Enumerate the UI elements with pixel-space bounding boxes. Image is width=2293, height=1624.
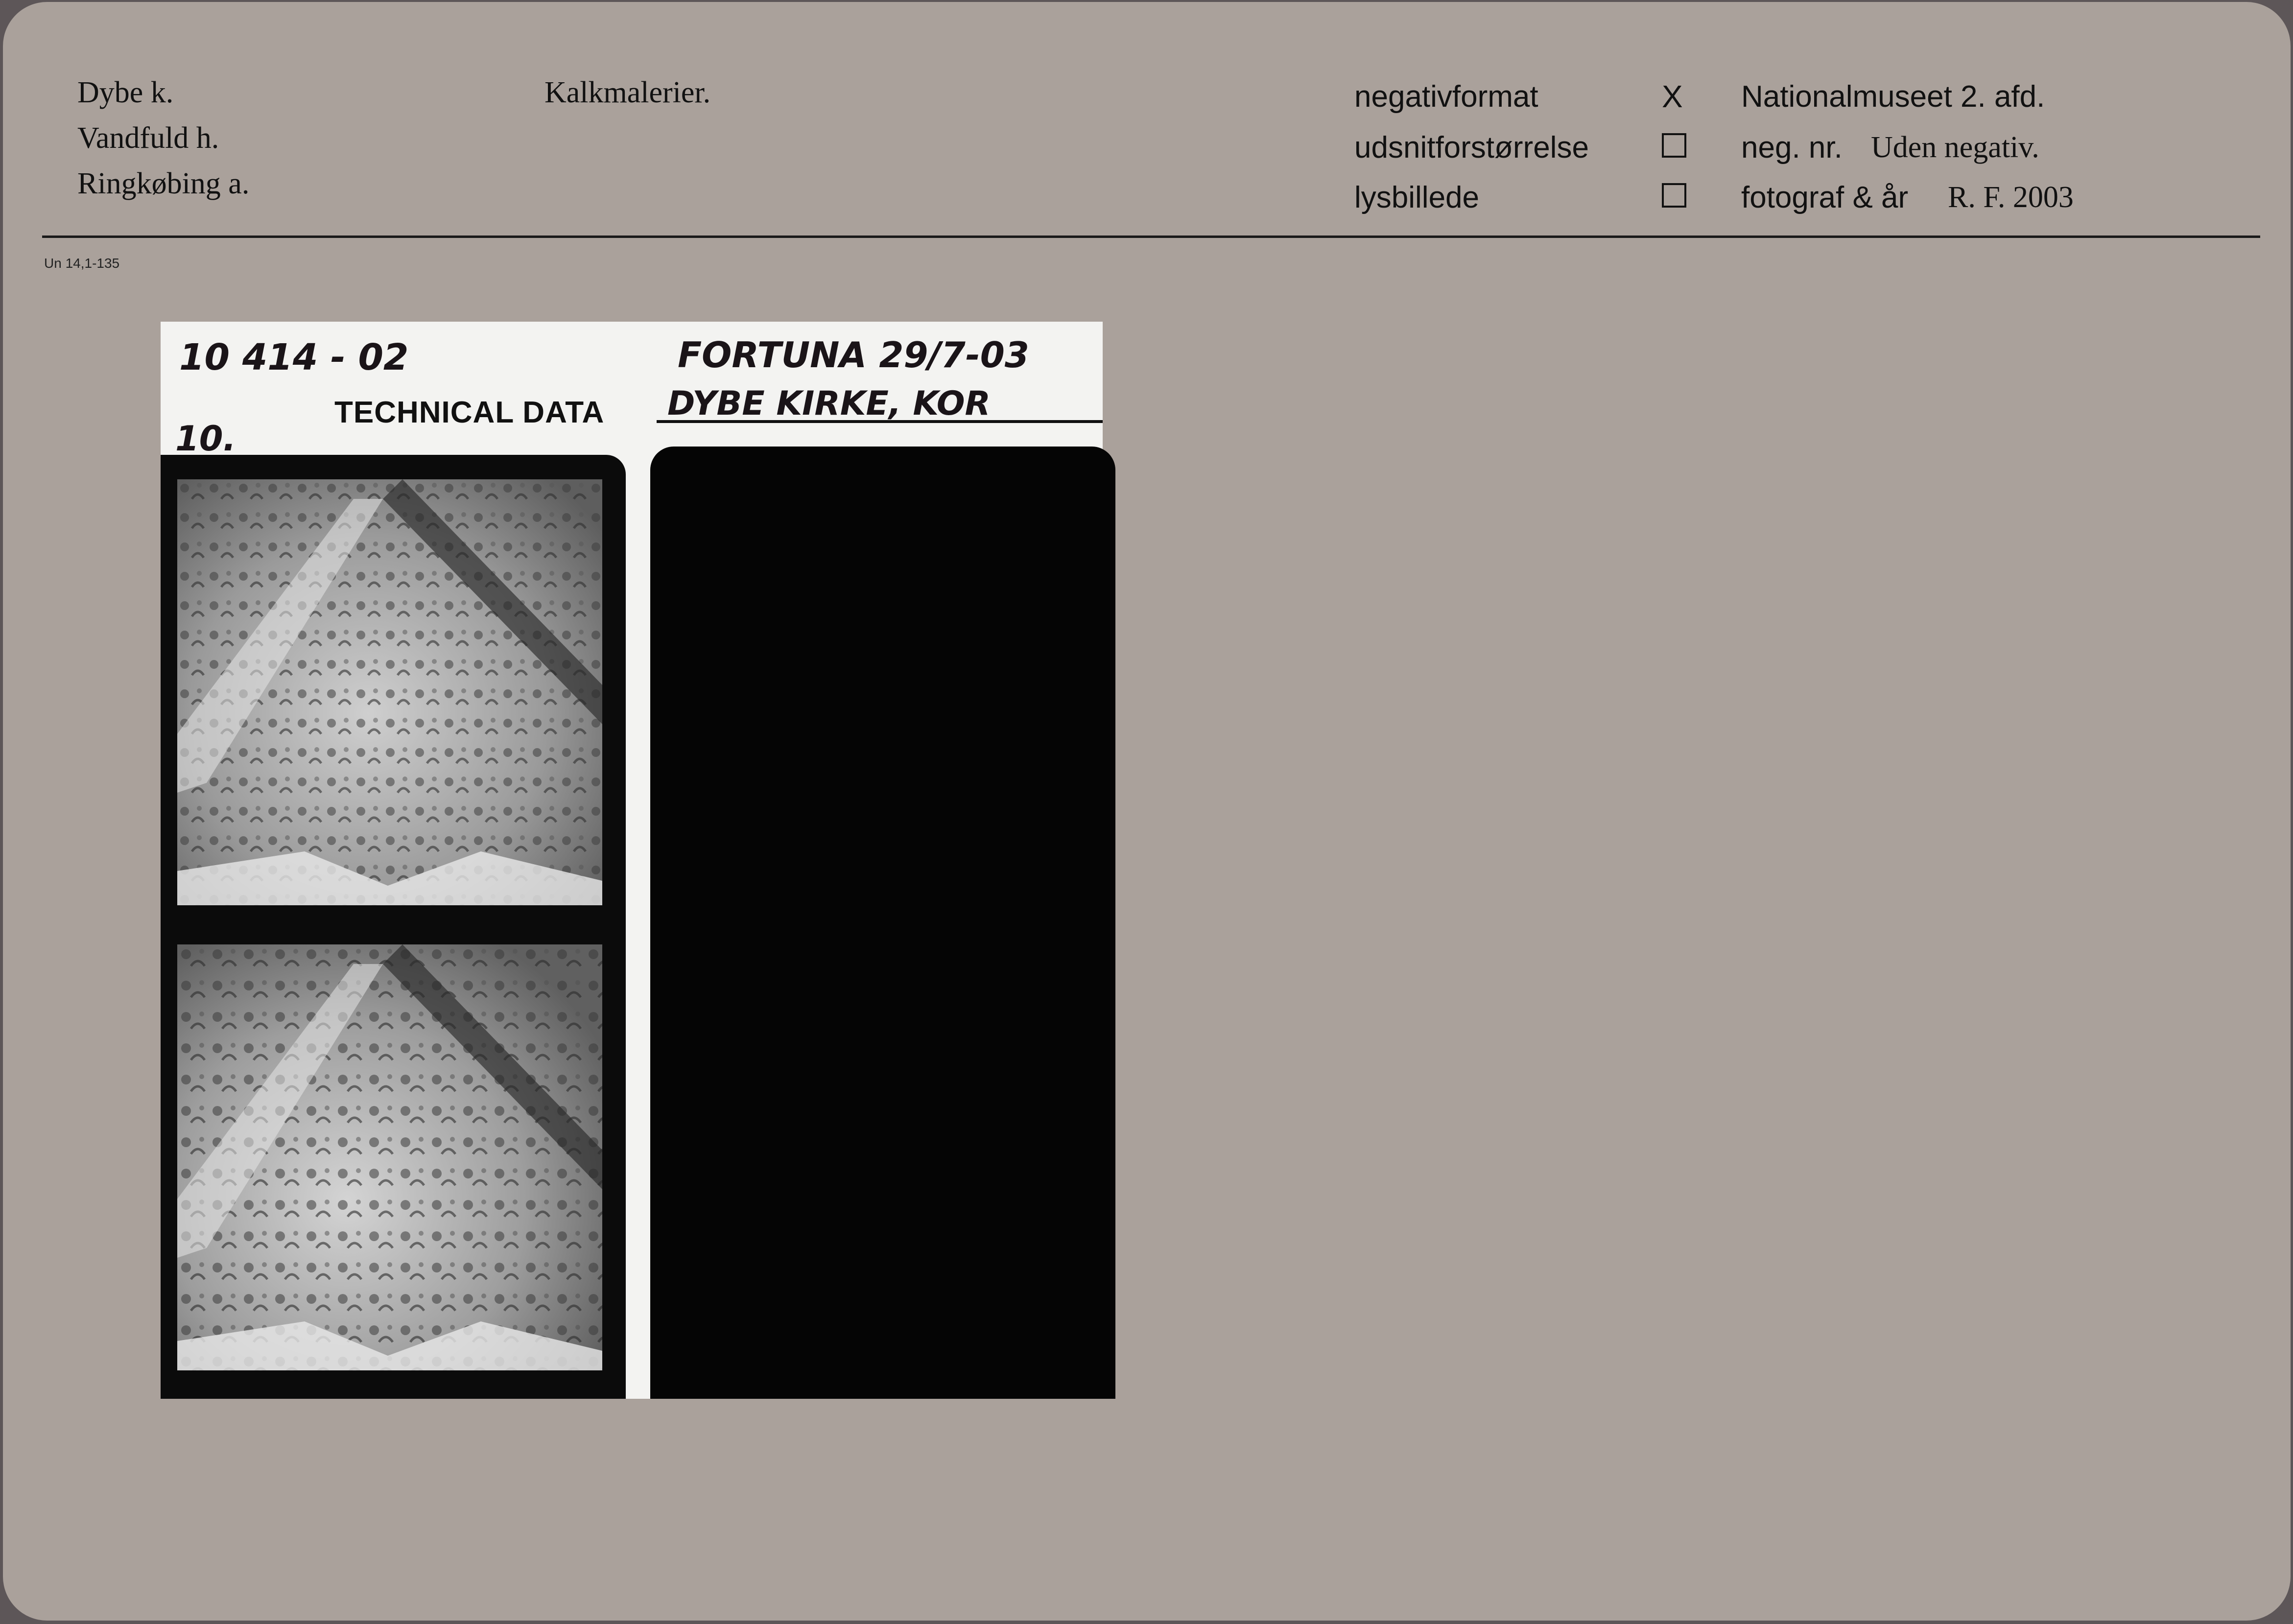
film-frame-1 [177,479,602,905]
header-divider [42,235,2260,238]
negativformat-check-mark: X [1662,79,1683,114]
vault-painting-image [177,944,602,1370]
format-lysbillede-label: lysbillede [1354,181,1480,214]
udsnit-checkbox [1662,133,1686,158]
neg-nr-label: neg. nr. [1741,131,1843,165]
subject-label: Kalkmalerier. [544,76,711,109]
location-church: Dybe k. [77,76,174,109]
handwritten-film: FORTUNA 29/7-03 [678,334,1029,376]
vault-painting-image [177,479,602,905]
format-udsnit-label: udsnitforstørrelse [1354,131,1589,165]
institution-label: Nationalmuseet 2. afd. [1741,80,2045,114]
location-district: Vandfuld h. [77,121,219,155]
location-county: Ringkøbing a. [77,167,250,200]
handwritten-site: DYBE KIRKE, KOR [667,384,991,423]
archive-card: Dybe k. Vandfuld h. Ringkøbing a. Kalkma… [3,2,2291,1621]
fotograf-label: fotograf & år [1741,181,1909,214]
format-negativformat-label: negativformat [1354,80,1538,114]
lysbillede-checkbox [1662,183,1686,208]
handwritten-frame: 10. [175,419,236,459]
technical-data-label: TECHNICAL DATA [334,396,605,429]
technical-data-line [657,420,1103,423]
handwritten-number: 10 414 - 02 [179,336,409,378]
film-strip-frames [161,455,626,1399]
fotograf-value: R. F. 2003 [1948,181,2074,214]
neg-nr-value: Uden negativ. [1871,131,2039,164]
film-frame-2 [177,944,602,1370]
catalog-code: Un 14,1-135 [44,256,120,271]
contact-print: 10 414 - 02 10. FORTUNA 29/7-03 DYBE KIR… [161,322,1115,1399]
film-strip-blank [650,447,1115,1399]
